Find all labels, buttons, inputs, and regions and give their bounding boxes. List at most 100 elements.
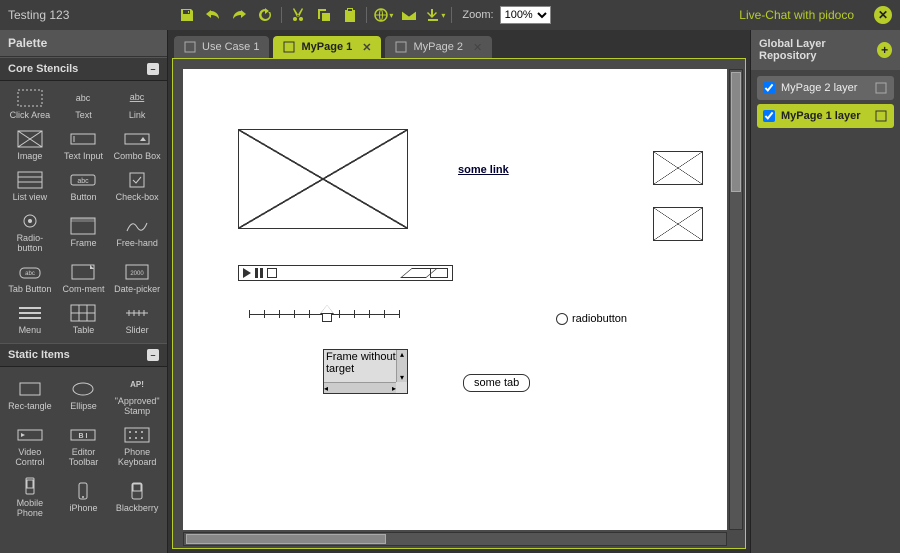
layer-visibility-checkbox[interactable] [763,82,775,94]
stencil-free-hand[interactable]: Free-hand [111,208,163,257]
live-chat-link[interactable]: Live-Chat with pidoco [739,8,854,22]
stop-icon[interactable] [267,268,277,278]
menu-icon [17,304,43,322]
redo-icon[interactable] [229,5,249,25]
stencil-iphone[interactable]: iPhone [58,473,110,522]
canvas-slider[interactable] [249,314,399,315]
copy-icon[interactable] [314,5,334,25]
collapse-icon[interactable]: – [147,63,159,75]
section-static-items[interactable]: Static Items– [0,343,167,367]
svg-text:abc: abc [130,92,145,102]
iphone-icon [70,482,96,500]
zoom-label: Zoom: [462,9,493,21]
add-layer-button[interactable]: + [877,42,892,58]
dashed-icon [17,89,43,107]
stencil-frame[interactable]: Frame [58,208,110,257]
canvas-radiobutton[interactable]: radiobutton [556,313,627,325]
stencil-date-picker[interactable]: 2000Date-picker [111,259,163,298]
svg-text:B I: B I [79,433,88,440]
horizontal-scrollbar[interactable] [183,532,727,546]
canvas-tab-button[interactable]: some tab [463,374,530,392]
stencil-text-input[interactable]: Text Input [58,126,110,165]
abc-icon: abc [70,89,96,107]
btn-icon: abc [70,171,96,189]
refresh-icon[interactable] [255,5,275,25]
canvas-image-placeholder[interactable] [238,129,408,229]
globe-icon[interactable]: ▾ [373,5,393,25]
close-tab-icon[interactable]: ✕ [362,41,371,54]
stencil-list-view[interactable]: List view [4,167,56,206]
tab-use-case-1[interactable]: Use Case 1 [174,36,269,58]
txtin-icon [70,130,96,148]
table-icon [70,304,96,322]
stencil-combo-box[interactable]: Combo Box [111,126,163,165]
app-title: Testing 123 [8,8,69,22]
stencil--approved-stamp[interactable]: AP!"Approved" Stamp [111,371,163,420]
stencil-table[interactable]: Table [58,300,110,339]
stencil-tab-button[interactable]: abcTab Button [4,259,56,298]
tab-mypage-1[interactable]: MyPage 1✕ [273,36,381,58]
zoom-select[interactable]: 100% [500,6,551,24]
tab-mypage-2[interactable]: MyPage 2✕ [385,36,492,58]
stencil-com-ment[interactable]: Com-ment [58,259,110,298]
free-icon [124,217,150,235]
toolbar-icon: B I [70,426,96,444]
stencil-radio-button[interactable]: Radio-button [4,208,56,257]
bb-icon [124,482,150,500]
stencil-image[interactable]: Image [4,126,56,165]
save-icon[interactable] [177,5,197,25]
stencil-video-control[interactable]: Video Control [4,422,56,471]
layer-icon [874,109,888,123]
layer-item-active[interactable]: MyPage 1 layer [757,104,894,128]
stencil-mobile-phone[interactable]: Mobile Phone [4,473,56,522]
svg-text:abc: abc [78,178,90,185]
palette-header: Palette [0,30,167,57]
pause-icon[interactable] [255,268,263,278]
stencil-ellipse[interactable]: Ellipse [58,371,110,420]
stencil-rec-tangle[interactable]: Rec-tangle [4,371,56,420]
svg-text:AP!: AP! [130,380,144,389]
play-icon[interactable] [243,268,251,278]
rect-icon [17,380,43,398]
undo-icon[interactable] [203,5,223,25]
abc-u-icon: abc [124,89,150,107]
stamp-icon: AP! [124,375,150,393]
layer-item[interactable]: MyPage 2 layer [757,76,894,100]
comment-icon [70,263,96,281]
vertical-scrollbar[interactable] [729,69,743,530]
canvas-link[interactable]: some link [458,164,509,176]
layer-icon [874,81,888,95]
close-icon[interactable]: ✕ [874,6,892,24]
stencil-menu[interactable]: Menu [4,300,56,339]
canvas-video-control[interactable] [238,265,453,281]
stencil-check-box[interactable]: Check-box [111,167,163,206]
frame-icon [70,217,96,235]
canvas-image-small[interactable] [653,207,703,241]
stencil-text[interactable]: abcText [58,85,110,124]
slider-icon [124,304,150,322]
radio-icon [17,212,43,230]
canvas-frame[interactable]: Frame without target ▴▾ ◂▸ [323,349,408,394]
stencil-link[interactable]: abcLink [111,85,163,124]
paste-icon[interactable] [340,5,360,25]
svg-text:2000: 2000 [130,271,144,277]
stencil-editor-toolbar[interactable]: B IEditor Toolbar [58,422,110,471]
canvas[interactable]: some link radiobutton Frame without targ… [183,69,727,530]
stencil-button[interactable]: abcButton [58,167,110,206]
stencil-blackberry[interactable]: Blackberry [111,473,163,522]
keyb-icon [124,426,150,444]
download-icon[interactable]: ▾ [425,5,445,25]
mail-icon[interactable] [399,5,419,25]
ellipse-icon [70,380,96,398]
cut-icon[interactable] [288,5,308,25]
stencil-phone-keyboard[interactable]: Phone Keyboard [111,422,163,471]
section-core-stencils[interactable]: Core Stencils– [0,57,167,81]
collapse-icon[interactable]: – [147,349,159,361]
ximg-icon [17,130,43,148]
layer-visibility-checkbox[interactable] [763,110,775,122]
stencil-slider[interactable]: Slider [111,300,163,339]
tab-icon: abc [17,263,43,281]
close-tab-icon[interactable]: ✕ [473,41,482,54]
canvas-image-small[interactable] [653,151,703,185]
stencil-click-area[interactable]: Click Area [4,85,56,124]
